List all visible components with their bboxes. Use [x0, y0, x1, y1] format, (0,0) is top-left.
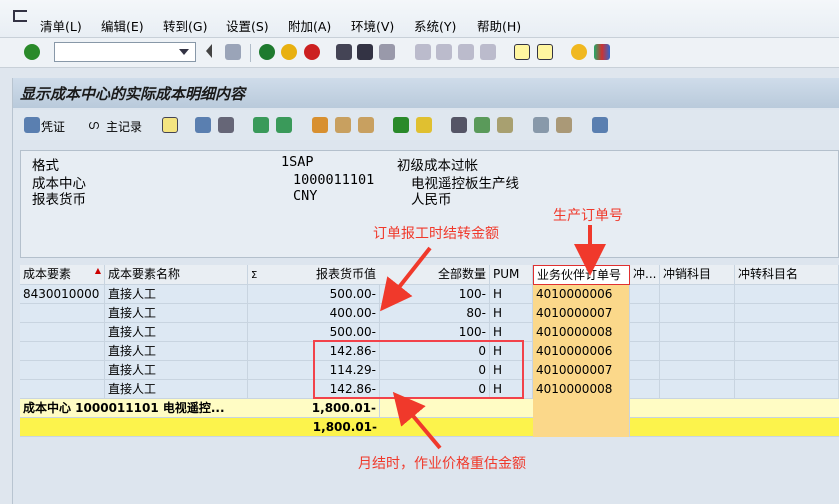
- annotation-revaluation: 月结时，作业价格重估金额: [358, 456, 526, 472]
- annotation-order-settle: 订单报工时结转金额: [373, 226, 499, 242]
- arrow-to-revaluation: [392, 391, 442, 450]
- annotation-production-order: 生产订单号: [553, 208, 623, 224]
- arrow-to-settle-value: [380, 246, 432, 312]
- annotation-arrows: [380, 225, 606, 450]
